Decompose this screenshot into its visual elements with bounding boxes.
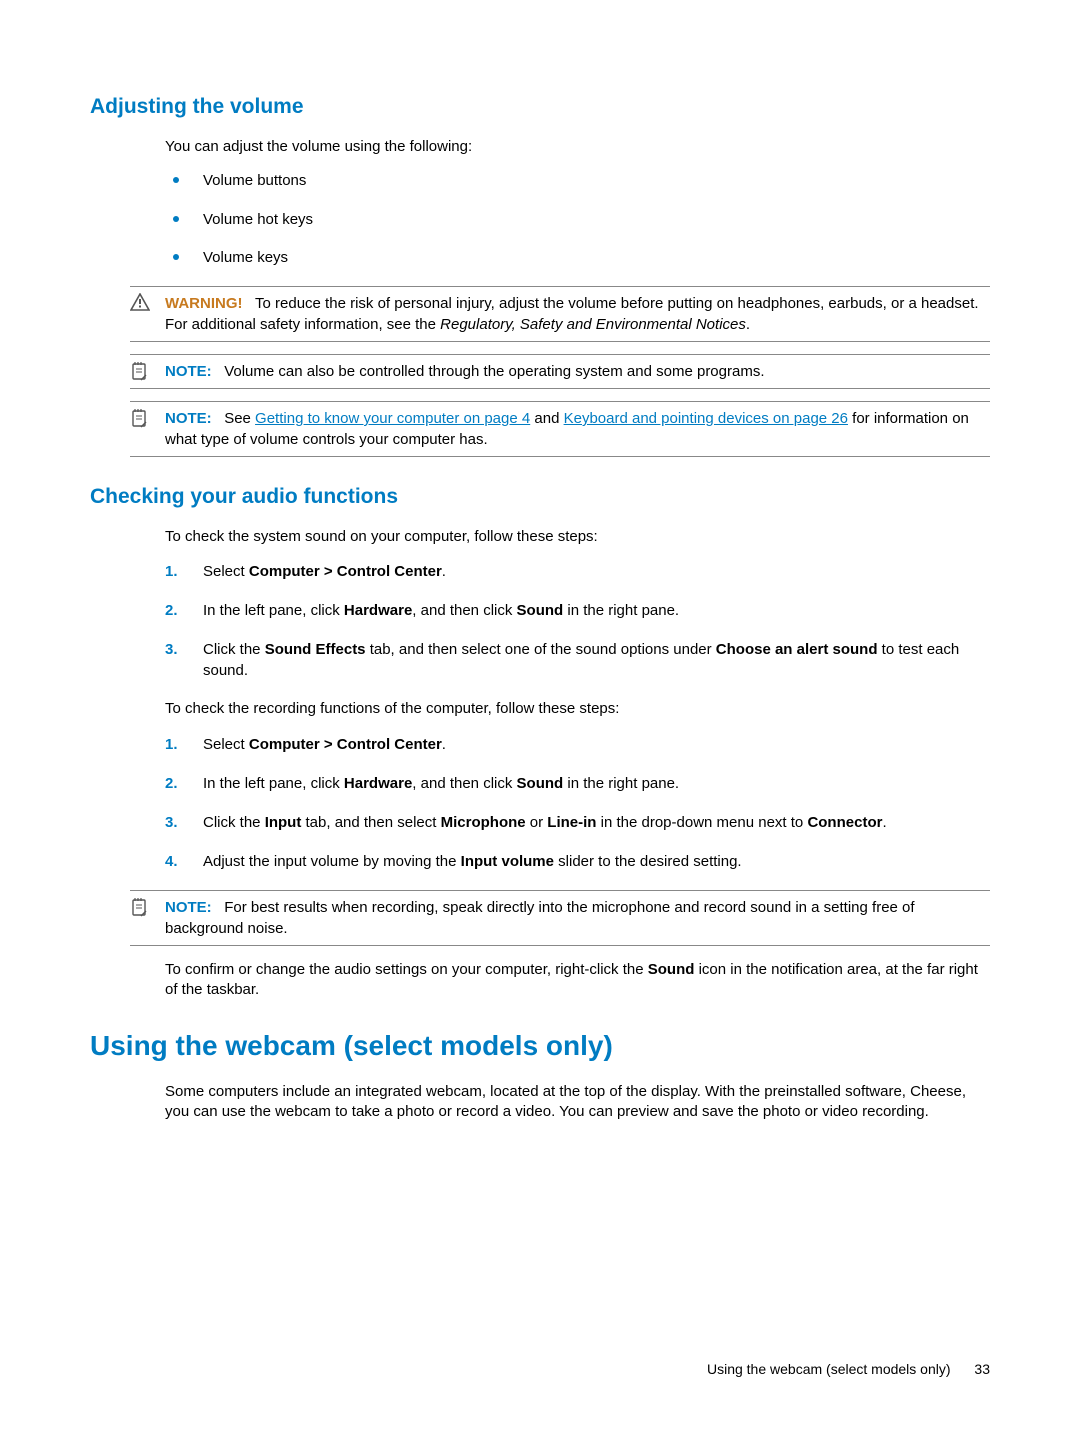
- list-item: Volume keys: [165, 248, 990, 268]
- intro-text: To check the recording functions of the …: [165, 699, 990, 719]
- step-bold: Connector: [807, 814, 882, 831]
- note-text: NOTE: See Getting to know your computer …: [165, 408, 990, 450]
- step-bold: Hardware: [344, 775, 412, 792]
- section-body: Some computers include an integrated web…: [165, 1082, 990, 1123]
- step-bold: Sound: [517, 775, 564, 792]
- section-body: You can adjust the volume using the foll…: [165, 137, 990, 268]
- heading-adjusting-volume: Adjusting the volume: [90, 95, 990, 119]
- warning-callout: WARNING! To reduce the risk of personal …: [130, 286, 990, 342]
- document-page: Adjusting the volume You can adjust the …: [0, 0, 1080, 1437]
- step-bold: Sound Effects: [265, 641, 366, 658]
- steps-list-1: Select Computer > Control Center. In the…: [165, 561, 990, 681]
- intro-text: To check the system sound on your comput…: [165, 527, 990, 547]
- step-item: Click the Sound Effects tab, and then se…: [165, 639, 990, 681]
- warning-italic: Regulatory, Safety and Environmental Not…: [440, 316, 746, 333]
- warning-icon: [130, 293, 150, 311]
- note-body: For best results when recording, speak d…: [165, 899, 915, 937]
- note-text: NOTE: Volume can also be controlled thro…: [165, 361, 990, 382]
- step-text: Select: [203, 736, 249, 753]
- steps-list-2: Select Computer > Control Center. In the…: [165, 734, 990, 872]
- list-item: Volume hot keys: [165, 210, 990, 230]
- note-label: NOTE:: [165, 899, 212, 916]
- note-icon: [130, 408, 150, 428]
- step-text: , and then click: [412, 602, 516, 619]
- step-bold: Sound: [517, 602, 564, 619]
- page-footer: Using the webcam (select models only) 33: [707, 1361, 990, 1377]
- step-text: in the right pane.: [563, 775, 679, 792]
- note-label: NOTE:: [165, 363, 212, 380]
- note-label: NOTE:: [165, 410, 212, 427]
- step-text: tab, and then select: [301, 814, 440, 831]
- intro-text: You can adjust the volume using the foll…: [165, 137, 990, 157]
- step-text: .: [442, 563, 446, 580]
- warning-label: WARNING!: [165, 295, 243, 312]
- step-text: in the drop-down menu next to: [596, 814, 807, 831]
- step-item: Adjust the input volume by moving the In…: [165, 851, 990, 872]
- section-body: To check the system sound on your comput…: [165, 527, 990, 872]
- step-item: In the left pane, click Hardware, and th…: [165, 773, 990, 794]
- page-number: 33: [974, 1361, 990, 1377]
- step-item: Select Computer > Control Center.: [165, 734, 990, 755]
- note-body: Volume can also be controlled through th…: [224, 363, 764, 380]
- step-item: Select Computer > Control Center.: [165, 561, 990, 582]
- heading-using-webcam: Using the webcam (select models only): [90, 1030, 990, 1062]
- step-text: tab, and then select one of the sound op…: [366, 641, 716, 658]
- warning-body-post: .: [746, 316, 750, 333]
- bold-text: Sound: [648, 961, 695, 978]
- note-mid: and: [530, 410, 563, 427]
- step-bold: Computer > Control Center: [249, 563, 442, 580]
- link-getting-to-know[interactable]: Getting to know your computer on page 4: [255, 410, 530, 427]
- note-callout: NOTE: For best results when recording, s…: [130, 890, 990, 946]
- note-icon: [130, 361, 150, 381]
- step-bold: Computer > Control Center: [249, 736, 442, 753]
- step-text: In the left pane, click: [203, 775, 344, 792]
- list-item: Volume buttons: [165, 171, 990, 191]
- step-text: , and then click: [412, 775, 516, 792]
- link-keyboard-pointing[interactable]: Keyboard and pointing devices on page 26: [564, 410, 848, 427]
- step-bold: Microphone: [441, 814, 526, 831]
- footer-title: Using the webcam (select models only): [707, 1361, 951, 1377]
- heading-checking-audio: Checking your audio functions: [90, 485, 990, 509]
- step-bold: Line-in: [547, 814, 596, 831]
- step-text: Select: [203, 563, 249, 580]
- note-callout: NOTE: See Getting to know your computer …: [130, 401, 990, 457]
- text: To confirm or change the audio settings …: [165, 961, 648, 978]
- step-text: Click the: [203, 641, 265, 658]
- step-text: .: [442, 736, 446, 753]
- step-text: slider to the desired setting.: [554, 853, 742, 870]
- step-text: .: [882, 814, 886, 831]
- step-bold: Input: [265, 814, 302, 831]
- step-item: Click the Input tab, and then select Mic…: [165, 812, 990, 833]
- step-text: In the left pane, click: [203, 602, 344, 619]
- note-text: NOTE: For best results when recording, s…: [165, 897, 990, 939]
- note-callout: NOTE: Volume can also be controlled thro…: [130, 354, 990, 389]
- warning-body-pre: [247, 295, 255, 312]
- step-item: In the left pane, click Hardware, and th…: [165, 600, 990, 621]
- warning-text: WARNING! To reduce the risk of personal …: [165, 293, 990, 335]
- step-text: Click the: [203, 814, 265, 831]
- step-bold: Input volume: [461, 853, 554, 870]
- step-text: in the right pane.: [563, 602, 679, 619]
- webcam-body: Some computers include an integrated web…: [165, 1082, 990, 1123]
- step-bold: Choose an alert sound: [716, 641, 878, 658]
- outro-text: To confirm or change the audio settings …: [165, 960, 990, 1001]
- step-text: Adjust the input volume by moving the: [203, 853, 461, 870]
- volume-bullet-list: Volume buttons Volume hot keys Volume ke…: [165, 171, 990, 268]
- step-text: or: [526, 814, 548, 831]
- note-icon: [130, 897, 150, 917]
- step-bold: Hardware: [344, 602, 412, 619]
- section-body: To confirm or change the audio settings …: [165, 960, 990, 1001]
- note-pre: See: [224, 410, 255, 427]
